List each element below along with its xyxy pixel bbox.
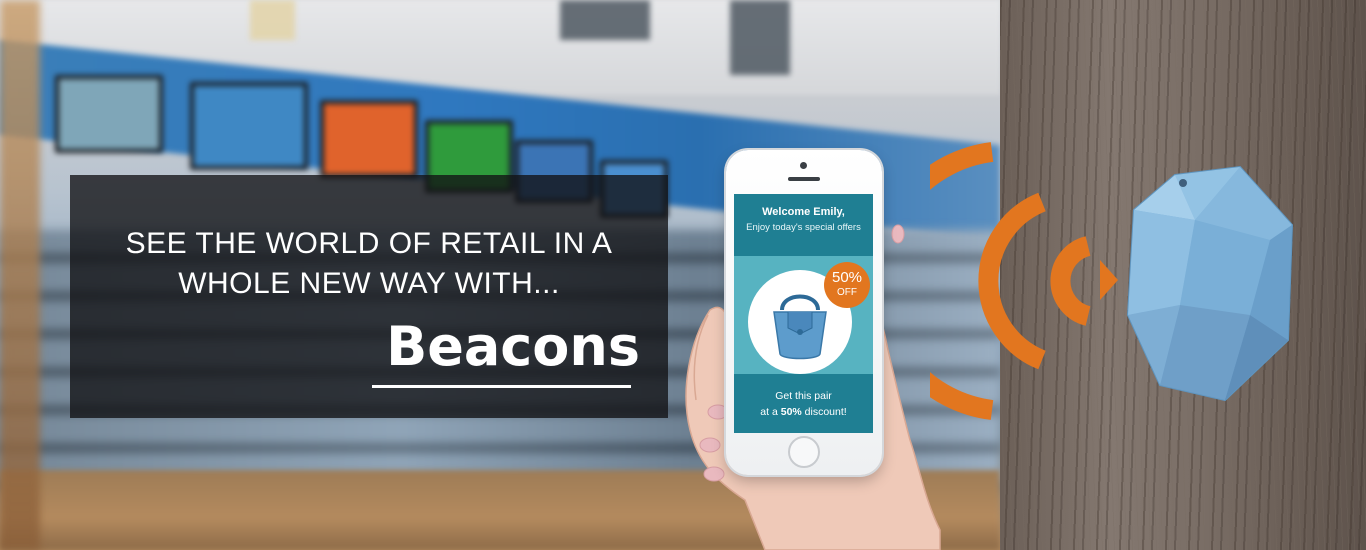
display-screen [320, 100, 418, 178]
discount-badge: 50% OFF [824, 262, 870, 308]
offer-subtitle: Enjoy today's special offers [746, 222, 861, 233]
discount-label: OFF [837, 287, 857, 298]
cta-discount: 50% [780, 406, 802, 418]
phone-speaker [788, 177, 820, 181]
offer-panel[interactable]: 50% OFF [734, 256, 873, 374]
headline-line-1: SEE THE WORLD OF RETAIL IN A [125, 227, 613, 260]
store-pillar [0, 0, 40, 550]
wireless-signal-icon [930, 142, 1118, 420]
beacon-device-icon [1126, 165, 1294, 402]
discount-percent: 50% [831, 269, 863, 286]
cta-prefix: at a [760, 406, 778, 418]
cta-line-1: Get this pair [775, 390, 832, 402]
phone-camera [800, 162, 807, 169]
ceiling-light-panel [560, 0, 650, 40]
headline-overlay: SEE THE WORLD OF RETAIL IN A WHOLE NEW W… [70, 175, 668, 418]
phone-home-button[interactable] [788, 436, 820, 468]
phone-screen: Welcome Emily, Enjoy today's special off… [734, 194, 873, 433]
headline-line-2: WHOLE NEW WAY WITH... [178, 267, 560, 300]
display-screen [190, 82, 308, 170]
brand-underline [372, 385, 631, 388]
ceiling-light-panel [250, 0, 295, 40]
cta-suffix: discount! [804, 406, 847, 418]
smartphone: Welcome Emily, Enjoy today's special off… [726, 150, 882, 475]
brand-word: Beacons [386, 315, 640, 378]
display-screen [55, 75, 163, 153]
welcome-text: Welcome Emily, [762, 206, 845, 218]
cta-line-2: at a 50% discount! [734, 406, 873, 418]
